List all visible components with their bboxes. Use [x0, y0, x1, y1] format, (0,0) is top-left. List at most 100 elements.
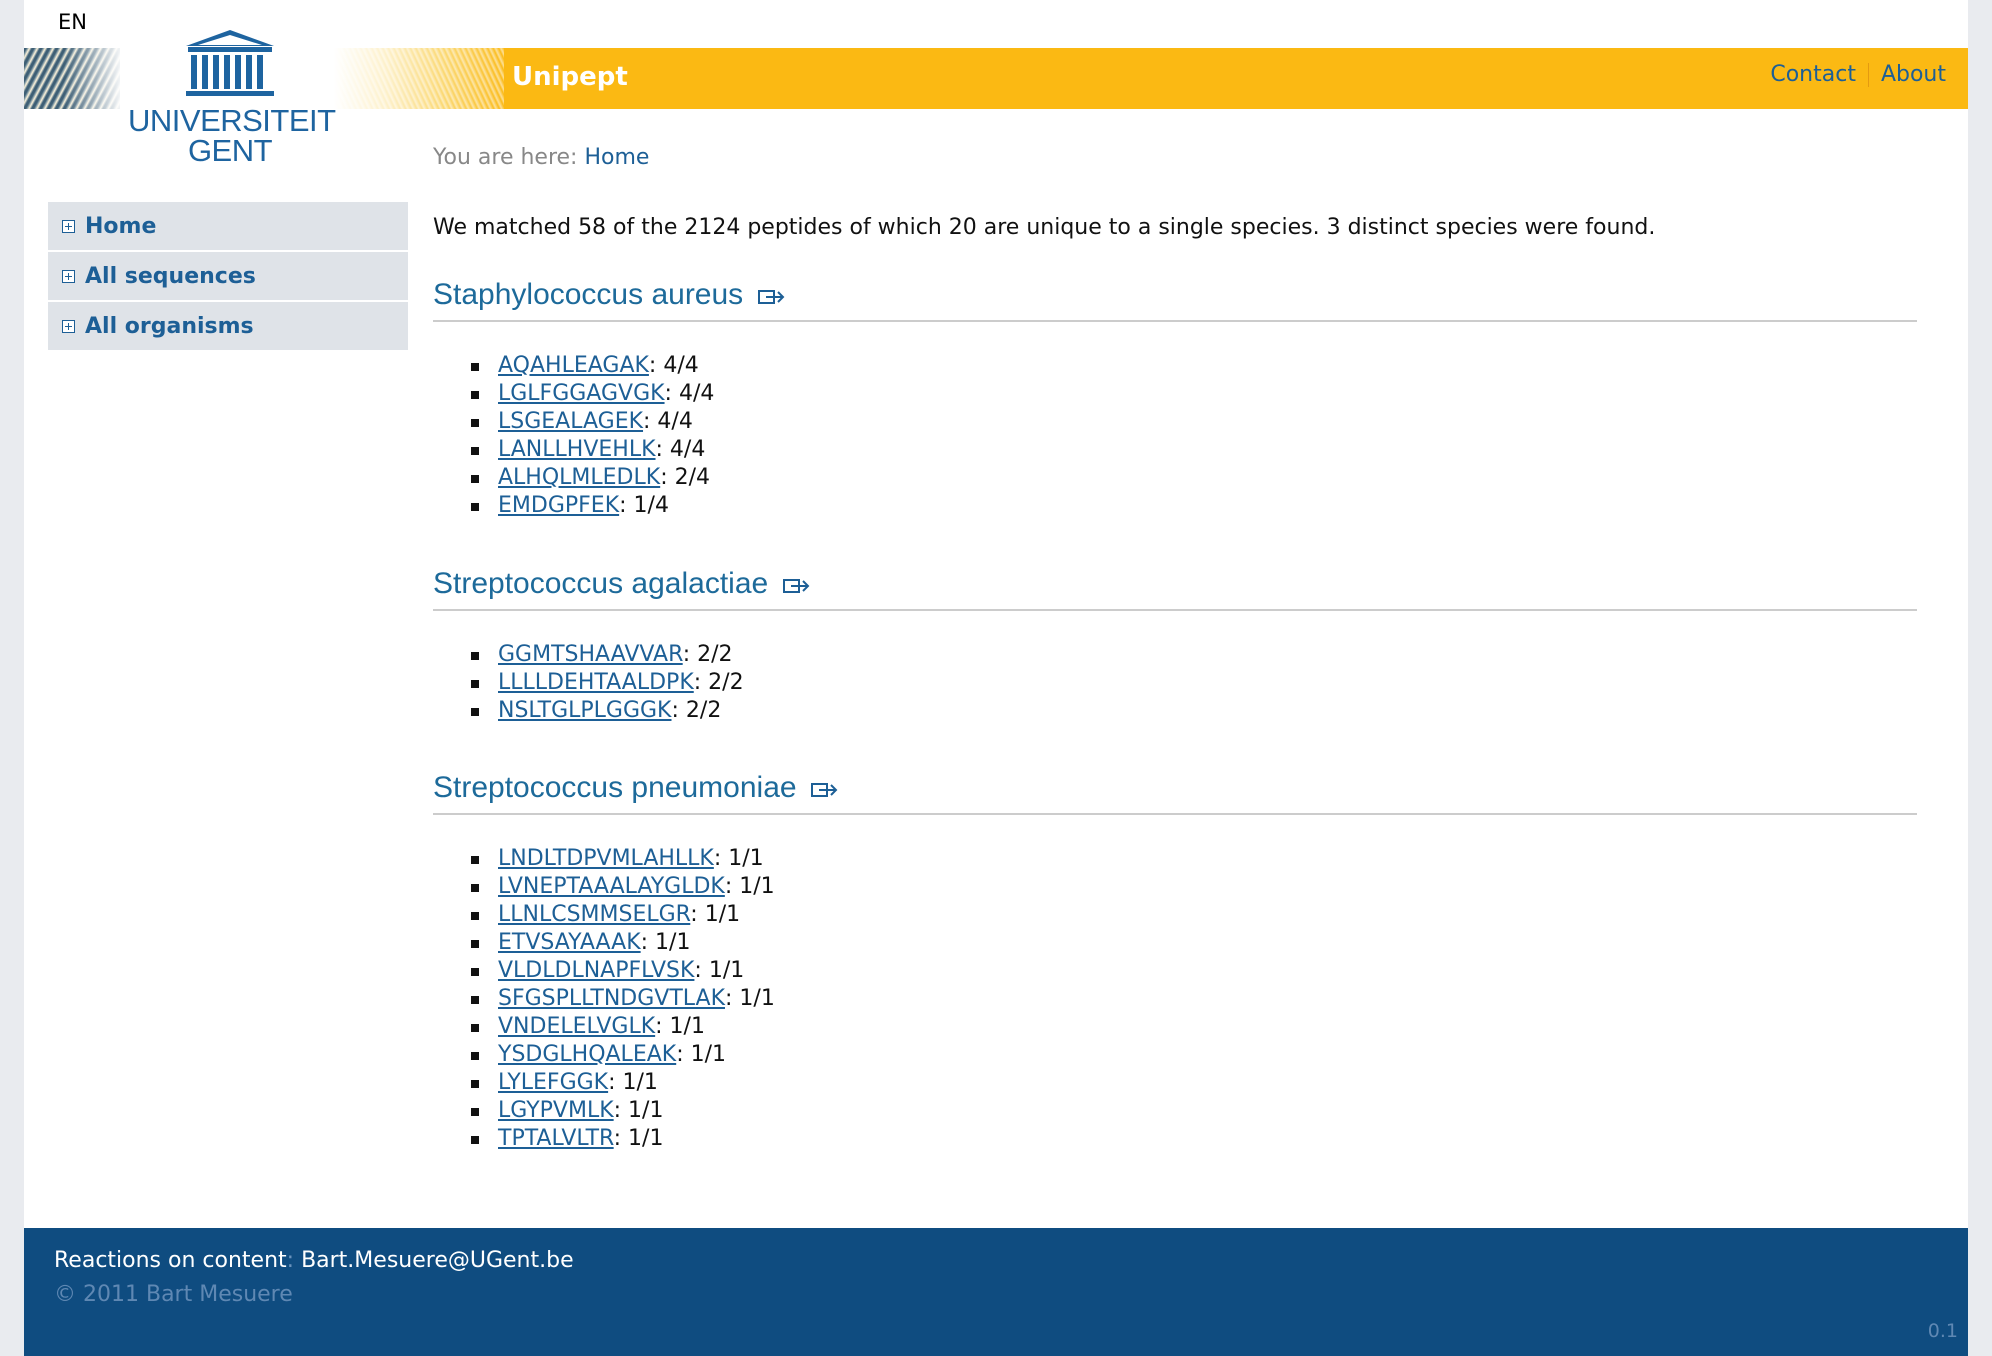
peptide-link[interactable]: LANLLHVEHLK — [498, 437, 656, 462]
bullet — [471, 1136, 479, 1144]
peptide-link[interactable]: TPTALVLTR — [498, 1126, 614, 1151]
bullet — [471, 391, 479, 399]
peptide-link[interactable]: VNDELELVGLK — [498, 1014, 655, 1039]
breadcrumb-home-link[interactable]: Home — [584, 145, 649, 170]
peptide-count: : 1/4 — [619, 493, 669, 518]
bullet — [471, 1080, 479, 1088]
peptide-count: : 2/4 — [660, 465, 710, 490]
footer-reactions-label: Reactions on content — [54, 1248, 287, 1273]
bullet — [471, 447, 479, 455]
peptide-link[interactable]: LGYPVMLK — [498, 1098, 614, 1123]
species-heading: Streptococcus pneumoniae — [433, 771, 1917, 815]
peptide-count: : 4/4 — [643, 409, 693, 434]
peptide-list: GGMTSHAAVVAR: 2/2 LLLLDEHTAALDPK: 2/2 NS… — [433, 641, 1917, 725]
list-item: YSDGLHQALEAK: 1/1 — [471, 1041, 1917, 1069]
sidebar-item-label: All organisms — [85, 313, 254, 339]
sidebar-item-all-organisms[interactable]: All organisms — [48, 302, 408, 350]
peptide-list: LNDLTDPVMLAHLLK: 1/1 LVNEPTAAALAYGLDK: 1… — [433, 845, 1917, 1153]
list-item: LANLLHVEHLK: 4/4 — [471, 436, 1917, 464]
peptide-link[interactable]: LLNLCSMMSELGR — [498, 902, 690, 927]
external-link-icon[interactable] — [810, 780, 839, 798]
peptide-link[interactable]: LVNEPTAAALAYGLDK — [498, 874, 725, 899]
list-item: VLDLDLNAPFLVSK: 1/1 — [471, 957, 1917, 985]
bullet — [471, 884, 479, 892]
footer-copyright: © 2011 Bart Mesuere — [54, 1282, 293, 1307]
brush-fade — [64, 48, 124, 109]
species-section: Streptococcus agalactiae GGMTSHAAVVAR: 2… — [433, 567, 1917, 725]
sidebar-item-label: Home — [85, 213, 157, 239]
about-link[interactable]: About — [1881, 62, 1946, 87]
peptide-link[interactable]: NSLTGLPLGGGK — [498, 698, 672, 723]
peptide-count: : 1/1 — [713, 846, 764, 871]
bullet — [471, 475, 479, 483]
bullet — [471, 363, 479, 371]
university-logo[interactable]: UNIVERSITEIT GENT — [128, 28, 336, 168]
bullet — [471, 1052, 479, 1060]
peptide-count: : 2/2 — [682, 642, 733, 667]
peptide-link[interactable]: LLLLDEHTAALDPK — [498, 670, 694, 695]
peptide-link[interactable]: LSGEALAGEK — [498, 409, 643, 434]
language-selector[interactable]: EN — [58, 10, 87, 34]
site-title[interactable]: Unipept — [512, 62, 628, 92]
list-item: SFGSPLLTNDGVTLAK: 1/1 — [471, 985, 1917, 1013]
peptide-count: : 1/1 — [676, 1042, 727, 1067]
expand-icon — [62, 319, 75, 333]
sidebar-item-home[interactable]: Home — [48, 202, 408, 250]
bullet — [471, 708, 479, 716]
list-item: ALHQLMLEDLK: 2/4 — [471, 464, 1917, 492]
bullet — [471, 912, 479, 920]
external-link-icon[interactable] — [757, 287, 786, 305]
bullet — [471, 856, 479, 864]
list-item: LLNLCSMMSELGR: 1/1 — [471, 901, 1917, 929]
logo-text-line1: UNIVERSITEIT — [128, 103, 336, 138]
link-separator — [1867, 62, 1869, 87]
peptide-count: : 1/1 — [613, 1098, 664, 1123]
peptide-link[interactable]: YSDGLHQALEAK — [498, 1042, 676, 1067]
list-item: AQAHLEAGAK: 4/4 — [471, 352, 1917, 380]
peptide-count: : 2/2 — [693, 670, 744, 695]
peptide-link[interactable]: AQAHLEAGAK — [498, 353, 649, 378]
peptide-count: : 1/1 — [690, 902, 741, 927]
bullet — [471, 680, 479, 688]
bullet — [471, 419, 479, 427]
footer-colon: : — [286, 1248, 295, 1273]
peptide-link[interactable]: LYLEFGGK — [498, 1070, 608, 1095]
peptide-count: : 4/4 — [648, 353, 699, 378]
peptide-link[interactable]: LGLFGGAGVGK — [498, 381, 665, 406]
species-heading: Streptococcus agalactiae — [433, 567, 1917, 611]
expand-icon — [62, 219, 75, 233]
list-item: LNDLTDPVMLAHLLK: 1/1 — [471, 845, 1917, 873]
list-item: LGLFGGAGVGK: 4/4 — [471, 380, 1917, 408]
bullet — [471, 940, 479, 948]
footer-email-link[interactable]: Bart.Mesuere@UGent.be — [301, 1248, 574, 1273]
bullet — [471, 1108, 479, 1116]
peptide-link[interactable]: ALHQLMLEDLK — [498, 465, 660, 490]
sidebar-item-all-sequences[interactable]: All sequences — [48, 252, 408, 300]
list-item: LYLEFGGK: 1/1 — [471, 1069, 1917, 1097]
peptide-link[interactable]: EMDGPFEK — [498, 493, 619, 518]
peptide-link[interactable]: LNDLTDPVMLAHLLK — [498, 846, 714, 871]
footer-contact: Reactions on content: Bart.Mesuere@UGent… — [54, 1248, 574, 1273]
breadcrumb-prefix: You are here: — [433, 145, 578, 170]
external-link-icon[interactable] — [782, 576, 811, 594]
peptide-link[interactable]: VLDLDLNAPFLVSK — [498, 958, 694, 983]
bullet — [471, 1024, 479, 1032]
species-name[interactable]: Streptococcus pneumoniae — [433, 771, 797, 804]
list-item: EMDGPFEK: 1/4 — [471, 492, 1917, 520]
list-item: GGMTSHAAVVAR: 2/2 — [471, 641, 1917, 669]
bullet — [471, 968, 479, 976]
species-name[interactable]: Staphylococcus aureus — [433, 278, 743, 311]
breadcrumb: You are here: Home — [433, 145, 649, 170]
contact-link[interactable]: Contact — [1770, 62, 1856, 87]
peptide-link[interactable]: GGMTSHAAVVAR — [498, 642, 683, 667]
logo-text-line2: GENT — [187, 133, 273, 168]
species-name[interactable]: Streptococcus agalactiae — [433, 567, 768, 600]
results-summary: We matched 58 of the 2124 peptides of wh… — [433, 215, 1656, 240]
list-item: NSLTGLPLGGGK: 2/2 — [471, 697, 1917, 725]
list-item: LLLLDEHTAALDPK: 2/2 — [471, 669, 1917, 697]
footer: Reactions on content: Bart.Mesuere@UGent… — [24, 1228, 1968, 1356]
species-heading: Staphylococcus aureus — [433, 278, 1917, 322]
peptide-link[interactable]: SFGSPLLTNDGVTLAK — [498, 986, 725, 1011]
bullet — [471, 652, 479, 660]
peptide-link[interactable]: ETVSAYAAAK — [498, 930, 641, 955]
